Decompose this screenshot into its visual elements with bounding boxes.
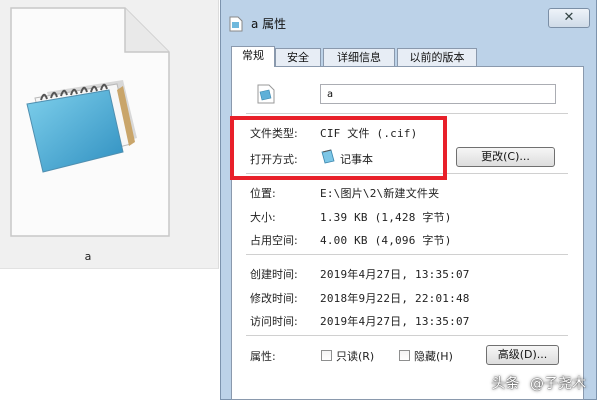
size-on-disk-label: 占用空间: [250,234,298,247]
close-icon: ✕ [563,10,575,25]
accessed-label: 访问时间: [250,315,298,328]
dialog-titlebar[interactable]: a 属性 ✕ [221,0,596,38]
size-on-disk-value: 4.00 KB (4,096 字节) [320,234,452,247]
hidden-checkbox[interactable] [399,350,410,361]
divider [246,335,568,336]
watermark: 头条 @子尧木 [492,373,586,393]
modified-value: 2018年9月22日, 22:01:48 [320,292,470,305]
watermark-author: @子尧木 [530,376,586,392]
file-type-value: CIF 文件 (.cif) [320,127,418,140]
file-type-label: 文件类型: [250,127,298,140]
watermark-platform: 头条 [491,376,520,392]
attributes-label: 属性: [250,350,276,363]
hidden-label: 隐藏(H) [414,350,453,363]
file-name-input[interactable] [320,84,556,104]
readonly-label: 只读(R) [336,350,375,363]
advanced-button[interactable]: 高级(D)... [486,345,559,365]
notepad-app-icon [321,149,335,164]
notepad-file-icon [10,7,170,237]
file-thumbnail-pane[interactable]: a [0,0,219,269]
divider [246,173,568,174]
open-with-value: 记事本 [340,153,373,166]
file-name-label: a [84,250,92,263]
close-button[interactable]: ✕ [548,8,590,28]
general-tab-panel: 文件类型: CIF 文件 (.cif) 打开方式: 记事本 更改(C)... 位… [231,66,584,400]
divider [246,113,568,114]
dialog-title: a 属性 [251,17,287,31]
notepad-file-icon [229,16,243,32]
created-value: 2019年4月27日, 13:35:07 [320,268,470,281]
size-label: 大小: [250,211,276,224]
properties-dialog: a 属性 ✕ 常规 安全 详细信息 以前的版本 文件类型: CIF 文件 (.c… [220,0,597,400]
notepad-file-icon [257,84,275,104]
tab-security[interactable]: 安全 [275,48,321,66]
change-program-button[interactable]: 更改(C)... [456,147,555,167]
tab-previous-versions[interactable]: 以前的版本 [397,48,477,66]
modified-label: 修改时间: [250,292,298,305]
location-value: E:\图片\2\新建文件夹 [320,187,440,200]
tab-general[interactable]: 常规 [231,46,275,67]
open-with-label: 打开方式: [250,153,298,166]
accessed-value: 2019年4月27日, 13:35:07 [320,315,470,328]
divider [246,254,568,255]
tab-details[interactable]: 详细信息 [323,48,395,66]
readonly-checkbox[interactable] [321,350,332,361]
size-value: 1.39 KB (1,428 字节) [320,211,452,224]
location-label: 位置: [250,187,276,200]
created-label: 创建时间: [250,268,298,281]
